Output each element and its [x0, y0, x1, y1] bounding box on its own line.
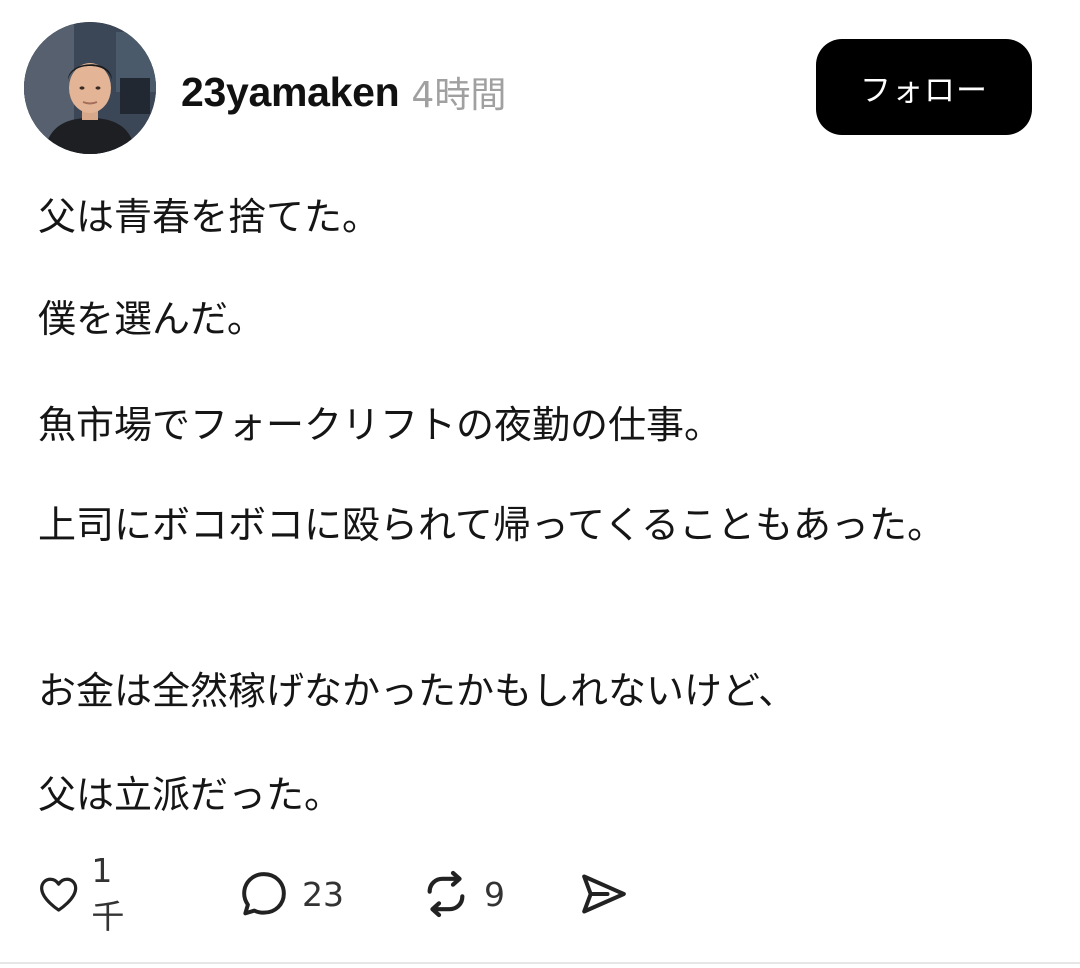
post-paragraph: 父は青春を捨てた。: [38, 195, 381, 239]
post-paragraph: 僕を選んだ。: [38, 297, 265, 341]
speech-bubble-icon: [242, 872, 286, 916]
repost-icon: [427, 870, 465, 918]
heart-icon: [40, 877, 78, 912]
divider: [0, 962, 1080, 964]
reply-button[interactable]: 23: [236, 862, 344, 926]
post-paragraph: 魚市場でフォークリフトの夜勤の仕事。: [38, 403, 723, 447]
post-paragraph: お金は全然稼げなかったかもしれないけど、: [38, 669, 797, 713]
post-header: 23yamaken 4時間: [181, 64, 506, 120]
reply-count: 23: [302, 874, 344, 914]
like-button[interactable]: 1千: [36, 851, 135, 936]
share-button[interactable]: [576, 862, 632, 926]
avatar[interactable]: [24, 22, 156, 154]
follow-button[interactable]: フォロー: [816, 39, 1032, 135]
send-icon: [582, 874, 626, 914]
post-paragraph: 父は立派だった。: [38, 773, 343, 817]
username[interactable]: 23yamaken: [181, 69, 400, 116]
avatar-photo: [24, 22, 156, 154]
like-count: 1千: [91, 850, 125, 936]
timestamp: 4時間: [411, 75, 507, 116]
repost-button[interactable]: 9: [418, 862, 505, 926]
post-paragraph: 上司にボコボコに殴られて帰ってくることもあった。: [38, 503, 946, 547]
repost-count: 9: [484, 874, 505, 914]
post-card: 23yamaken 4時間 フォロー 父は青春を捨てた。 僕を選んだ。 魚市場で…: [0, 0, 1080, 968]
